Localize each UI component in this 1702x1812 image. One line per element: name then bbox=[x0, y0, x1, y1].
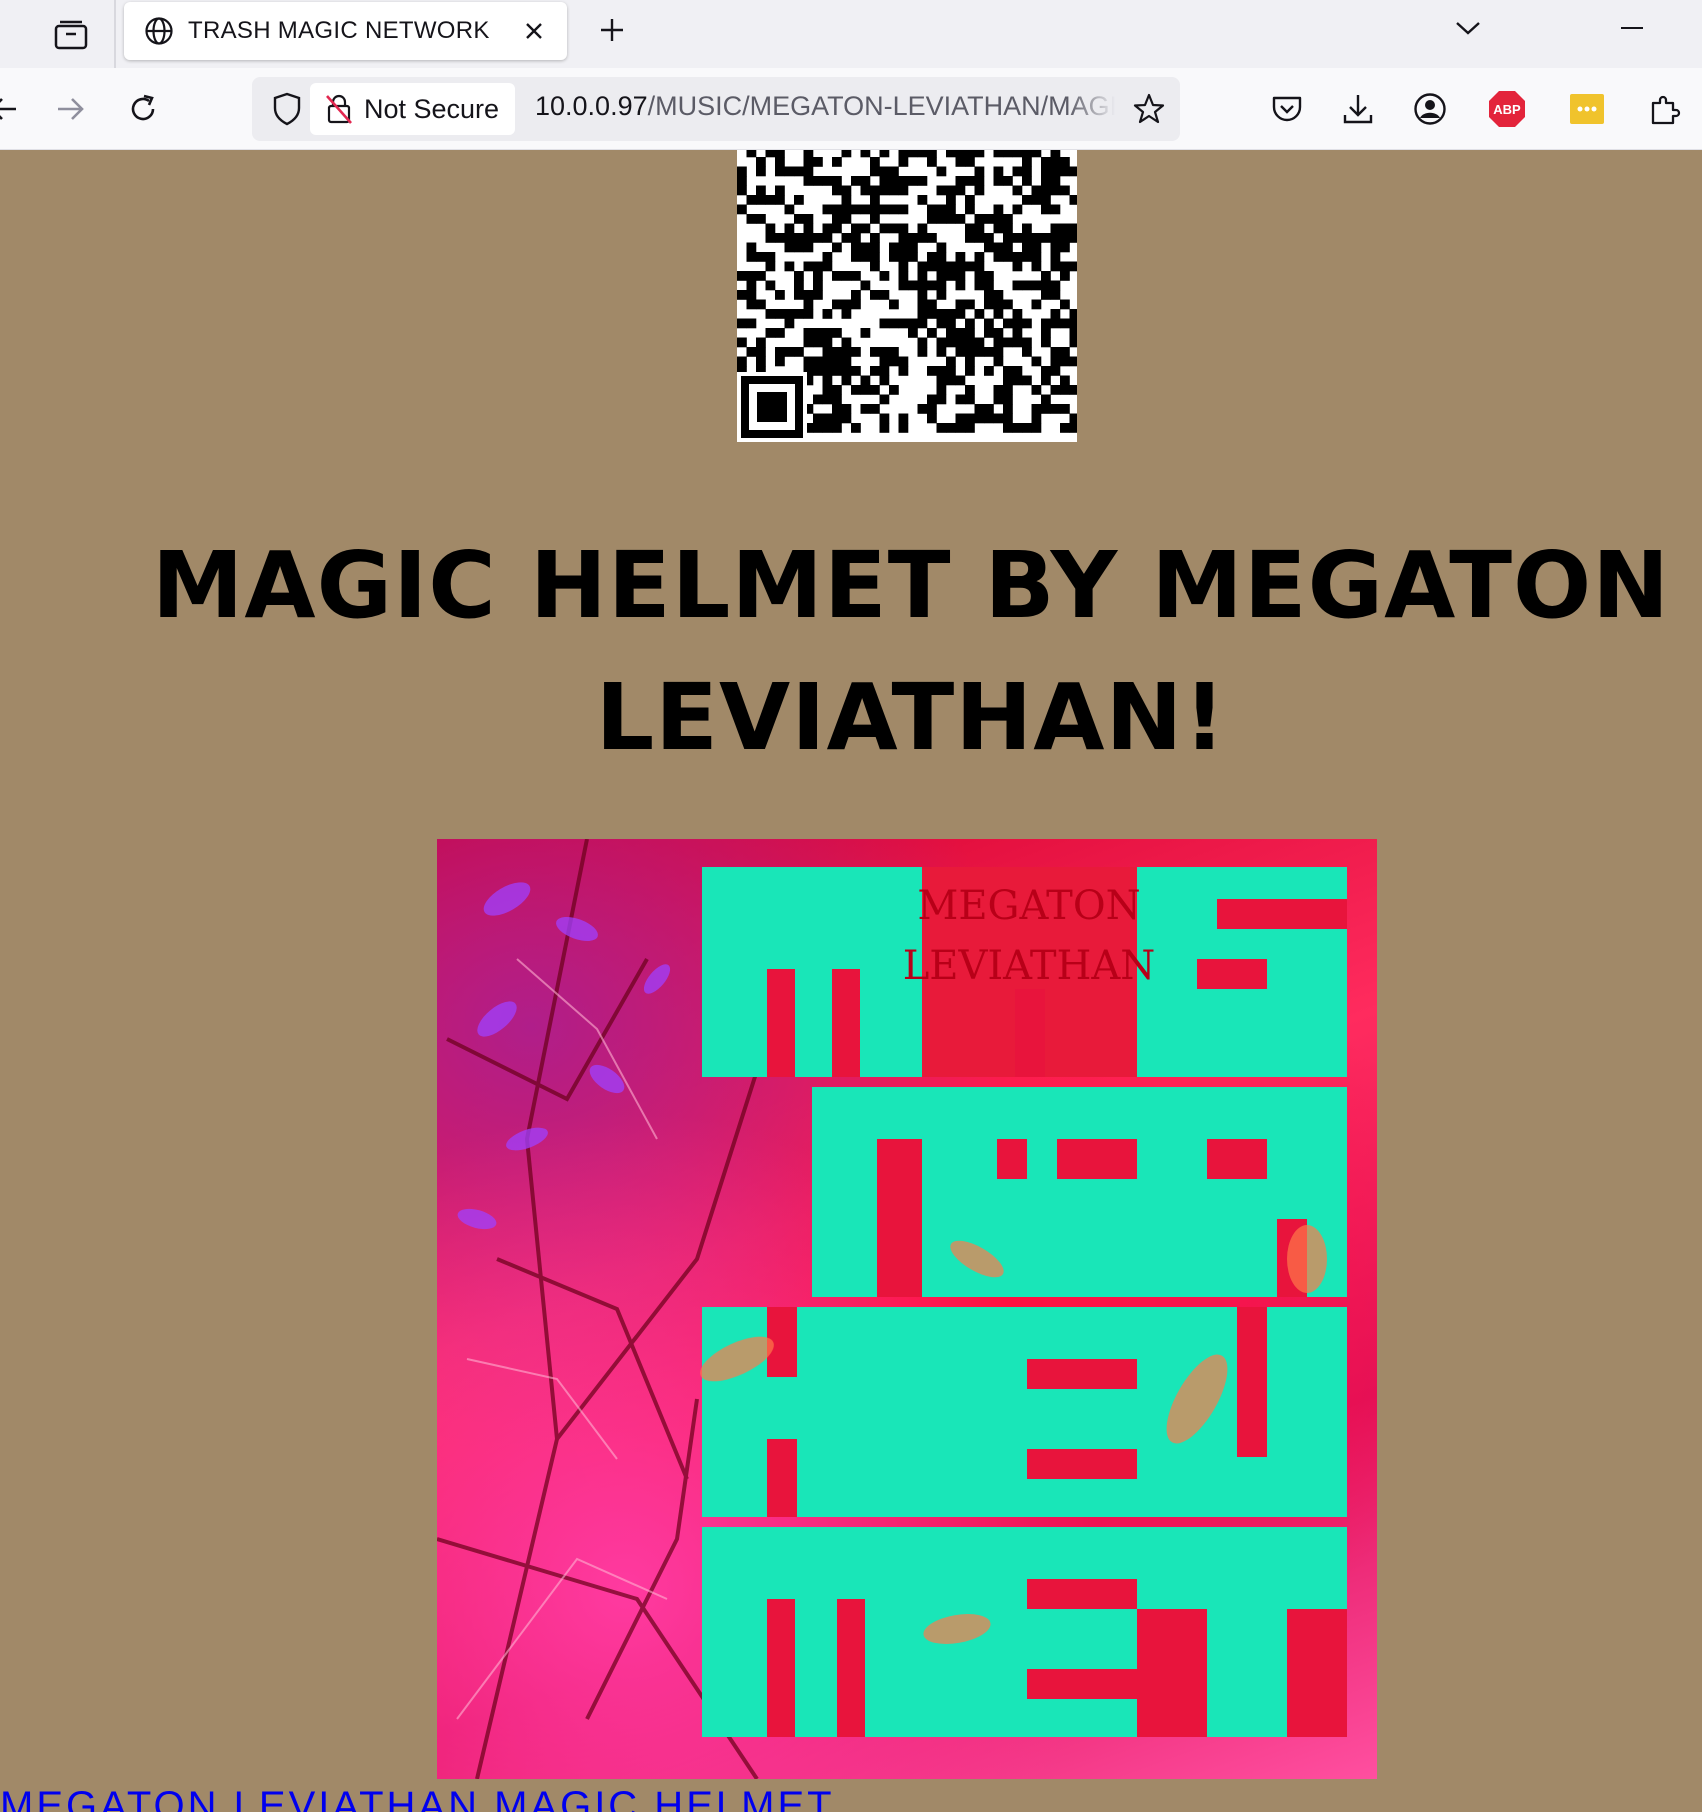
tracking-protection-shield-icon[interactable] bbox=[266, 88, 308, 130]
extensions-icon[interactable] bbox=[1642, 86, 1688, 132]
navigation-toolbar: Not Secure 10.0.0.97/MUSIC/MEGATON-LEVIA… bbox=[0, 68, 1702, 150]
tab-active[interactable]: TRASH MAGIC NETWORK bbox=[124, 2, 567, 60]
download-icon[interactable] bbox=[1335, 86, 1381, 132]
url-host: 10.0.0.97 bbox=[535, 91, 648, 121]
album-cover-image[interactable]: MEGATON LEVIATHAN bbox=[437, 839, 1377, 1779]
page-title: MAGIC HELMET BY MEGATON LEVIATHAN! bbox=[151, 532, 1671, 771]
bottom-link-text: MEGATON LEVIATHAN MAGIC HELMET bbox=[0, 1784, 835, 1812]
new-tab-icon[interactable] bbox=[592, 10, 632, 50]
forward-arrow-icon[interactable] bbox=[48, 86, 94, 132]
minimize-icon[interactable] bbox=[1612, 8, 1652, 48]
cover-inset-text-1: MEGATON bbox=[917, 883, 1140, 929]
reload-icon[interactable] bbox=[120, 86, 166, 132]
bookmark-star-icon[interactable] bbox=[1128, 88, 1170, 130]
adblock-icon[interactable]: ABP bbox=[1484, 86, 1530, 132]
cover-inset-text-2: LEVIATHAN bbox=[903, 943, 1156, 989]
bottom-link[interactable]: MEGATON LEVIATHAN MAGIC HELMET bbox=[0, 1782, 900, 1812]
close-icon[interactable] bbox=[519, 16, 549, 46]
tab-strip: TRASH MAGIC NETWORK bbox=[0, 0, 1702, 68]
chevron-down-icon[interactable] bbox=[1448, 8, 1488, 48]
insecure-lock-icon bbox=[322, 92, 356, 126]
not-secure-label: Not Secure bbox=[364, 93, 500, 124]
globe-icon bbox=[142, 14, 176, 48]
qr-code-image bbox=[737, 150, 1077, 442]
firefox-view-icon[interactable] bbox=[46, 10, 96, 60]
back-arrow-icon[interactable] bbox=[0, 86, 26, 132]
url-path: /MUSIC/MEGATON-LEVIATHAN/MAGIC bbox=[647, 91, 1115, 121]
account-icon[interactable] bbox=[1407, 86, 1453, 132]
tab-title: TRASH MAGIC NETWORK bbox=[188, 17, 490, 44]
url-text[interactable]: 10.0.0.97/MUSIC/MEGATON-LEVIATHAN/MAGIC bbox=[535, 91, 1115, 129]
qr-finder bbox=[737, 372, 807, 442]
page-content: MAGIC HELMET BY MEGATON LEVIATHAN! MEGAT… bbox=[0, 150, 1702, 1812]
not-secure-button[interactable]: Not Secure bbox=[310, 83, 516, 135]
adblock-label: ABP bbox=[1493, 102, 1521, 117]
password-manager-icon[interactable] bbox=[1564, 86, 1610, 132]
url-bar[interactable]: Not Secure 10.0.0.97/MUSIC/MEGATON-LEVIA… bbox=[252, 77, 1180, 141]
pocket-icon[interactable] bbox=[1264, 86, 1310, 132]
tab-separator bbox=[114, 0, 116, 68]
